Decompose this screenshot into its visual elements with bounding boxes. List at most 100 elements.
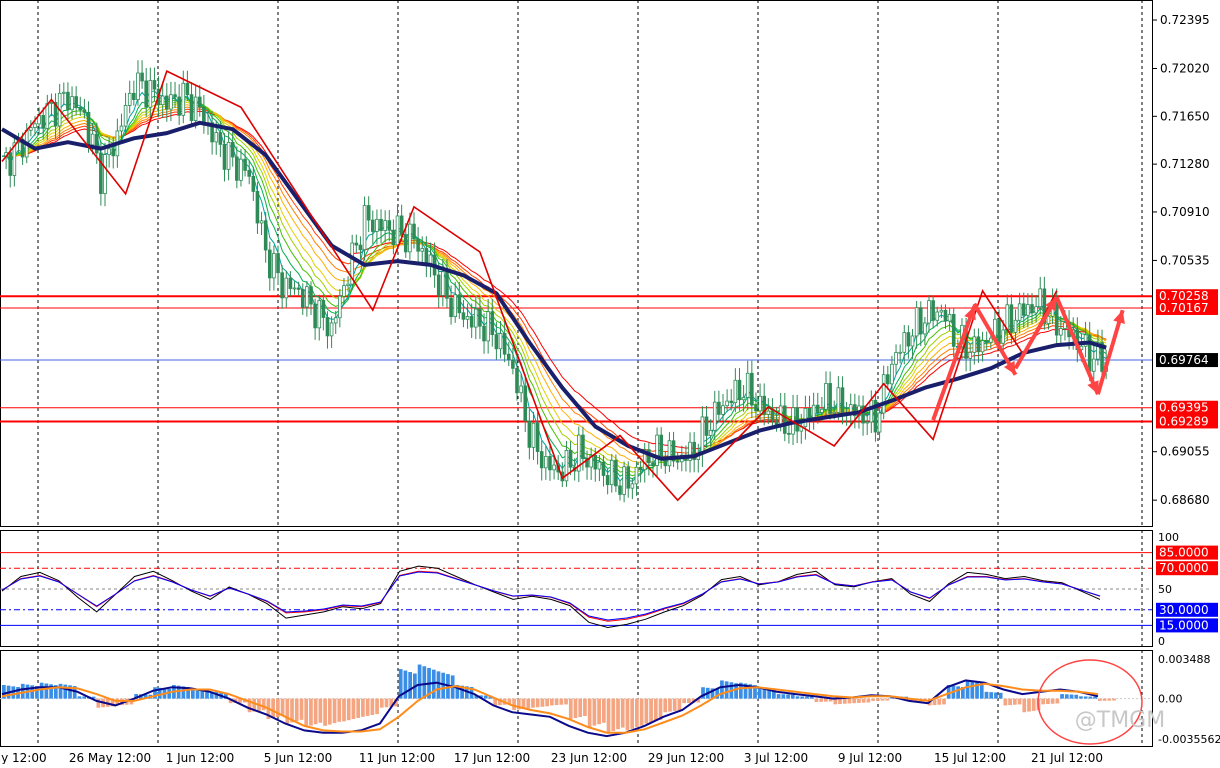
macd-histogram-bar bbox=[937, 698, 942, 705]
macd-histogram-bar bbox=[379, 698, 384, 708]
candle-body bbox=[1087, 334, 1092, 372]
macd-histogram-bar bbox=[842, 698, 847, 704]
candle-body bbox=[737, 379, 742, 401]
macd-histogram-bar bbox=[653, 698, 658, 722]
macd-histogram-bar bbox=[1041, 698, 1046, 705]
candle-body bbox=[424, 248, 429, 265]
candle-body bbox=[173, 94, 177, 98]
candle-body bbox=[840, 387, 845, 416]
candle-body bbox=[317, 300, 322, 329]
candle-body bbox=[399, 215, 404, 235]
candle-body bbox=[708, 429, 713, 436]
candle-body bbox=[441, 271, 445, 296]
candle-body bbox=[717, 401, 721, 415]
x-tick-label: 17 Jun 12:00 bbox=[454, 751, 530, 764]
macd-histogram-bar bbox=[781, 694, 786, 699]
candle-body bbox=[132, 92, 136, 100]
macd-histogram-bar bbox=[1098, 698, 1102, 701]
candle-body bbox=[651, 462, 655, 466]
x-tick-label: 26 May 12:00 bbox=[69, 751, 151, 764]
candle-body bbox=[877, 412, 882, 433]
macd-histogram-bar bbox=[441, 672, 446, 699]
x-tick-label: May 12:00 bbox=[0, 751, 47, 764]
macd-histogram-bar bbox=[1012, 698, 1017, 705]
macd-histogram-bar bbox=[965, 680, 970, 699]
macd-histogram-bar bbox=[795, 696, 800, 699]
macd-histogram-bar bbox=[39, 682, 44, 699]
candle-body bbox=[247, 169, 252, 177]
x-tick-label: 9 Jul 12:00 bbox=[838, 751, 902, 764]
candle-body bbox=[704, 416, 709, 436]
candle-body bbox=[523, 385, 528, 422]
macd-histogram-bar bbox=[44, 683, 49, 699]
candle-body bbox=[700, 416, 705, 455]
candle-body bbox=[288, 277, 293, 289]
candle-body bbox=[136, 72, 140, 100]
macd-histogram-bar bbox=[417, 664, 422, 699]
macd-histogram-bar bbox=[625, 698, 630, 731]
candle-body bbox=[420, 248, 425, 252]
candle-body bbox=[78, 107, 83, 111]
candle-body bbox=[267, 249, 272, 279]
macd-histogram-bar bbox=[597, 698, 601, 725]
candle-body bbox=[482, 325, 486, 342]
candle-body bbox=[494, 334, 499, 350]
macd-histogram-bar bbox=[998, 692, 1003, 699]
candle-body bbox=[655, 434, 659, 466]
macd-histogram-bar bbox=[1055, 698, 1060, 704]
macd-histogram-bar bbox=[592, 698, 597, 726]
macd-histogram-bar bbox=[342, 698, 346, 722]
candle-body bbox=[820, 408, 824, 413]
macd-histogram-bar bbox=[280, 698, 285, 716]
macd-histogram-bar bbox=[1093, 696, 1097, 699]
candle-body bbox=[890, 363, 894, 385]
macd-histogram-bar bbox=[403, 670, 408, 699]
macd-histogram-bar bbox=[687, 698, 691, 703]
price-level-label: 0.69289 bbox=[1159, 414, 1209, 428]
candle-body bbox=[502, 333, 507, 355]
candle-body bbox=[148, 80, 153, 108]
candle-body bbox=[815, 404, 820, 413]
candle-body bbox=[886, 374, 890, 385]
rsi-tick-label: 0 bbox=[1158, 635, 1165, 648]
macd-histogram-bar bbox=[805, 696, 809, 699]
panel-frame bbox=[0, 0, 1153, 527]
candle-body bbox=[581, 434, 585, 460]
candle-body bbox=[626, 466, 631, 489]
candle-body bbox=[898, 351, 902, 354]
candle-body bbox=[535, 422, 540, 452]
candle-body bbox=[33, 123, 37, 128]
candle-body bbox=[197, 96, 202, 108]
candle-body bbox=[989, 337, 993, 343]
macd-histogram-bar bbox=[875, 698, 880, 701]
candle-body bbox=[1092, 358, 1096, 372]
candle-body bbox=[1013, 319, 1018, 333]
candle-body bbox=[865, 421, 869, 424]
candle-body bbox=[416, 238, 420, 252]
candle-body bbox=[486, 311, 490, 342]
macd-histogram-bar bbox=[384, 698, 389, 708]
candle-body bbox=[230, 141, 235, 158]
candle-body bbox=[1034, 306, 1038, 314]
candle-body bbox=[597, 461, 602, 470]
candle-body bbox=[947, 314, 952, 322]
candle-body bbox=[346, 283, 350, 286]
candle-body bbox=[379, 218, 383, 231]
candle-body bbox=[218, 132, 223, 145]
candle-body bbox=[939, 309, 944, 313]
macd-histogram-bar bbox=[630, 698, 635, 729]
candle-body bbox=[86, 112, 91, 146]
macd-line bbox=[1, 679, 1099, 738]
candle-body bbox=[609, 459, 614, 486]
macd-histogram-bar bbox=[578, 698, 583, 718]
x-tick-label: 29 Jun 12:00 bbox=[648, 751, 724, 764]
macd-histogram-bar bbox=[408, 672, 412, 699]
candle-body bbox=[338, 295, 342, 319]
macd-histogram-bar bbox=[1107, 698, 1112, 701]
macd-histogram-bar bbox=[1050, 698, 1055, 704]
candle-body bbox=[605, 475, 610, 486]
macd-histogram-bar bbox=[554, 698, 559, 706]
macd-histogram-bar bbox=[483, 695, 488, 699]
macd-histogram-bar bbox=[1079, 696, 1083, 699]
candle-body bbox=[515, 367, 519, 394]
